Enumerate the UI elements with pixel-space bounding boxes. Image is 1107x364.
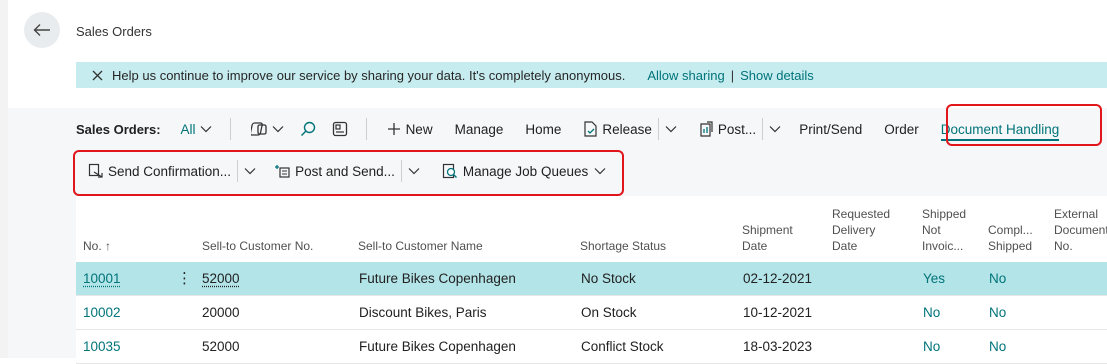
manage-job-queues-button[interactable]: Manage Job Queues [442,163,606,179]
post-button[interactable]: Post... [699,121,756,137]
column-header-completely-shipped[interactable]: Compl... Shipped [988,222,1033,254]
back-arrow-icon [33,23,51,37]
banner-separator: | [731,68,734,83]
sell-to-customer-no: 52000 [202,339,240,354]
order-no-link[interactable]: 10001 [83,271,121,286]
post-and-send-label: Post and Send... [295,164,395,179]
order-no-link[interactable]: 10035 [83,339,121,354]
divider [237,160,238,182]
order-no-link[interactable]: 10002 [83,305,121,320]
column-header-sell-to-customer-no[interactable]: Sell-to Customer No. [202,238,313,254]
column-header-no[interactable]: No. ↑ [83,238,111,254]
new-button[interactable]: New [387,122,433,137]
post-and-send-icon [274,164,290,178]
view-filter-dropdown[interactable]: All [181,122,212,137]
document-handling-subbar: Send Confirmation... Post and Send... Ma… [76,150,606,192]
order-menu[interactable]: Order [884,122,919,137]
plus-icon [387,122,401,136]
send-confirmation-icon [88,163,103,179]
completely-shipped: No [989,305,1006,320]
post-label: Post... [718,122,756,137]
post-icon [699,121,714,137]
filter-icon [332,121,348,137]
post-and-send-dropdown[interactable] [408,167,420,175]
divider [366,118,367,140]
search-button[interactable] [300,121,316,137]
chevron-down-icon [594,167,606,175]
close-icon [92,70,103,81]
completely-shipped: No [989,339,1006,354]
chevron-down-icon [665,125,677,133]
shipment-date: 18-03-2023 [743,339,812,354]
post-dropdown[interactable] [769,125,781,133]
column-header-sell-to-customer-name[interactable]: Sell-to Customer Name [358,238,483,254]
manage-job-queues-label: Manage Job Queues [463,164,588,179]
page-caption: Sales Orders: [76,122,161,137]
divider [762,118,763,140]
chevron-down-icon [769,125,781,133]
filter-pane-button[interactable] [332,121,348,137]
chevron-down-icon [244,167,256,175]
post-and-send-button[interactable]: Post and Send... [274,164,395,179]
divider [658,118,659,140]
sell-to-customer-name: Future Bikes Copenhagen [359,271,516,286]
column-header-external-document-no[interactable]: External Document No. [1054,206,1107,254]
sales-orders-table: No. ↑ Sell-to Customer No. Sell-to Custo… [76,196,1107,358]
column-header-shortage-status[interactable]: Shortage Status [580,238,666,254]
page-title: Sales Orders [76,24,152,39]
table-row[interactable]: 10035 52000 Future Bikes Copenhagen Conf… [76,330,1107,364]
shipment-date: 02-12-2021 [743,271,812,286]
shortage-status: No Stock [581,271,636,286]
release-label: Release [602,122,652,137]
share-icon [251,121,269,137]
back-button[interactable] [24,12,60,48]
allow-sharing-link[interactable]: Allow sharing [647,68,724,83]
new-label: New [406,122,433,137]
view-filter-label: All [181,122,196,137]
action-bar: Sales Orders: All New Manage Home Releas… [76,110,1107,148]
print-send-menu[interactable]: Print/Send [799,122,862,137]
share-dropdown[interactable] [251,121,284,137]
table-row[interactable]: 10001 ⋮ 52000 Future Bikes Copenhagen No… [76,262,1107,296]
divider [230,118,231,140]
banner-message: Help us continue to improve our service … [112,68,625,83]
shortage-status: Conflict Stock [581,339,664,354]
shipped-not-invoiced: No [923,305,940,320]
show-details-link[interactable]: Show details [740,68,814,83]
release-button[interactable]: Release [583,121,652,137]
send-confirmation-label: Send Confirmation... [108,164,231,179]
completely-shipped: No [989,271,1006,286]
release-dropdown[interactable] [665,125,677,133]
data-sharing-banner: Help us continue to improve our service … [76,62,1107,88]
shipment-date: 10-12-2021 [743,305,812,320]
home-menu[interactable]: Home [525,122,561,137]
column-header-shipped-not-invoiced[interactable]: Shipped Not Invoic... [922,206,966,254]
column-header-shipment-date[interactable]: Shipment Date [742,222,793,254]
banner-close-button[interactable] [90,68,104,82]
left-navigation-strip [0,0,8,358]
send-confirmation-button[interactable]: Send Confirmation... [88,163,231,179]
manage-menu[interactable]: Manage [455,122,504,137]
sell-to-customer-no[interactable]: 52000 [202,271,240,286]
shortage-status: On Stock [581,305,637,320]
chevron-down-icon [408,167,420,175]
row-menu-icon[interactable]: ⋮ [177,269,192,287]
divider [401,160,402,182]
sell-to-customer-name: Future Bikes Copenhagen [359,339,516,354]
column-header-requested-delivery-date[interactable]: Requested Delivery Date [832,206,890,254]
send-confirmation-dropdown[interactable] [244,167,256,175]
sell-to-customer-no: 20000 [202,305,240,320]
sell-to-customer-name: Discount Bikes, Paris [359,305,487,320]
shipped-not-invoiced: Yes [923,271,945,286]
table-row[interactable]: 10002 20000 Discount Bikes, Paris On Sto… [76,296,1107,330]
chevron-down-icon [200,125,212,133]
search-icon [300,121,316,137]
shipped-not-invoiced: No [923,339,940,354]
column-header-no-label: No. ↑ [83,239,111,253]
chevron-down-icon [272,125,284,133]
release-icon [583,121,598,137]
document-handling-tab[interactable]: Document Handling [941,122,1060,141]
job-queue-icon [442,163,458,179]
